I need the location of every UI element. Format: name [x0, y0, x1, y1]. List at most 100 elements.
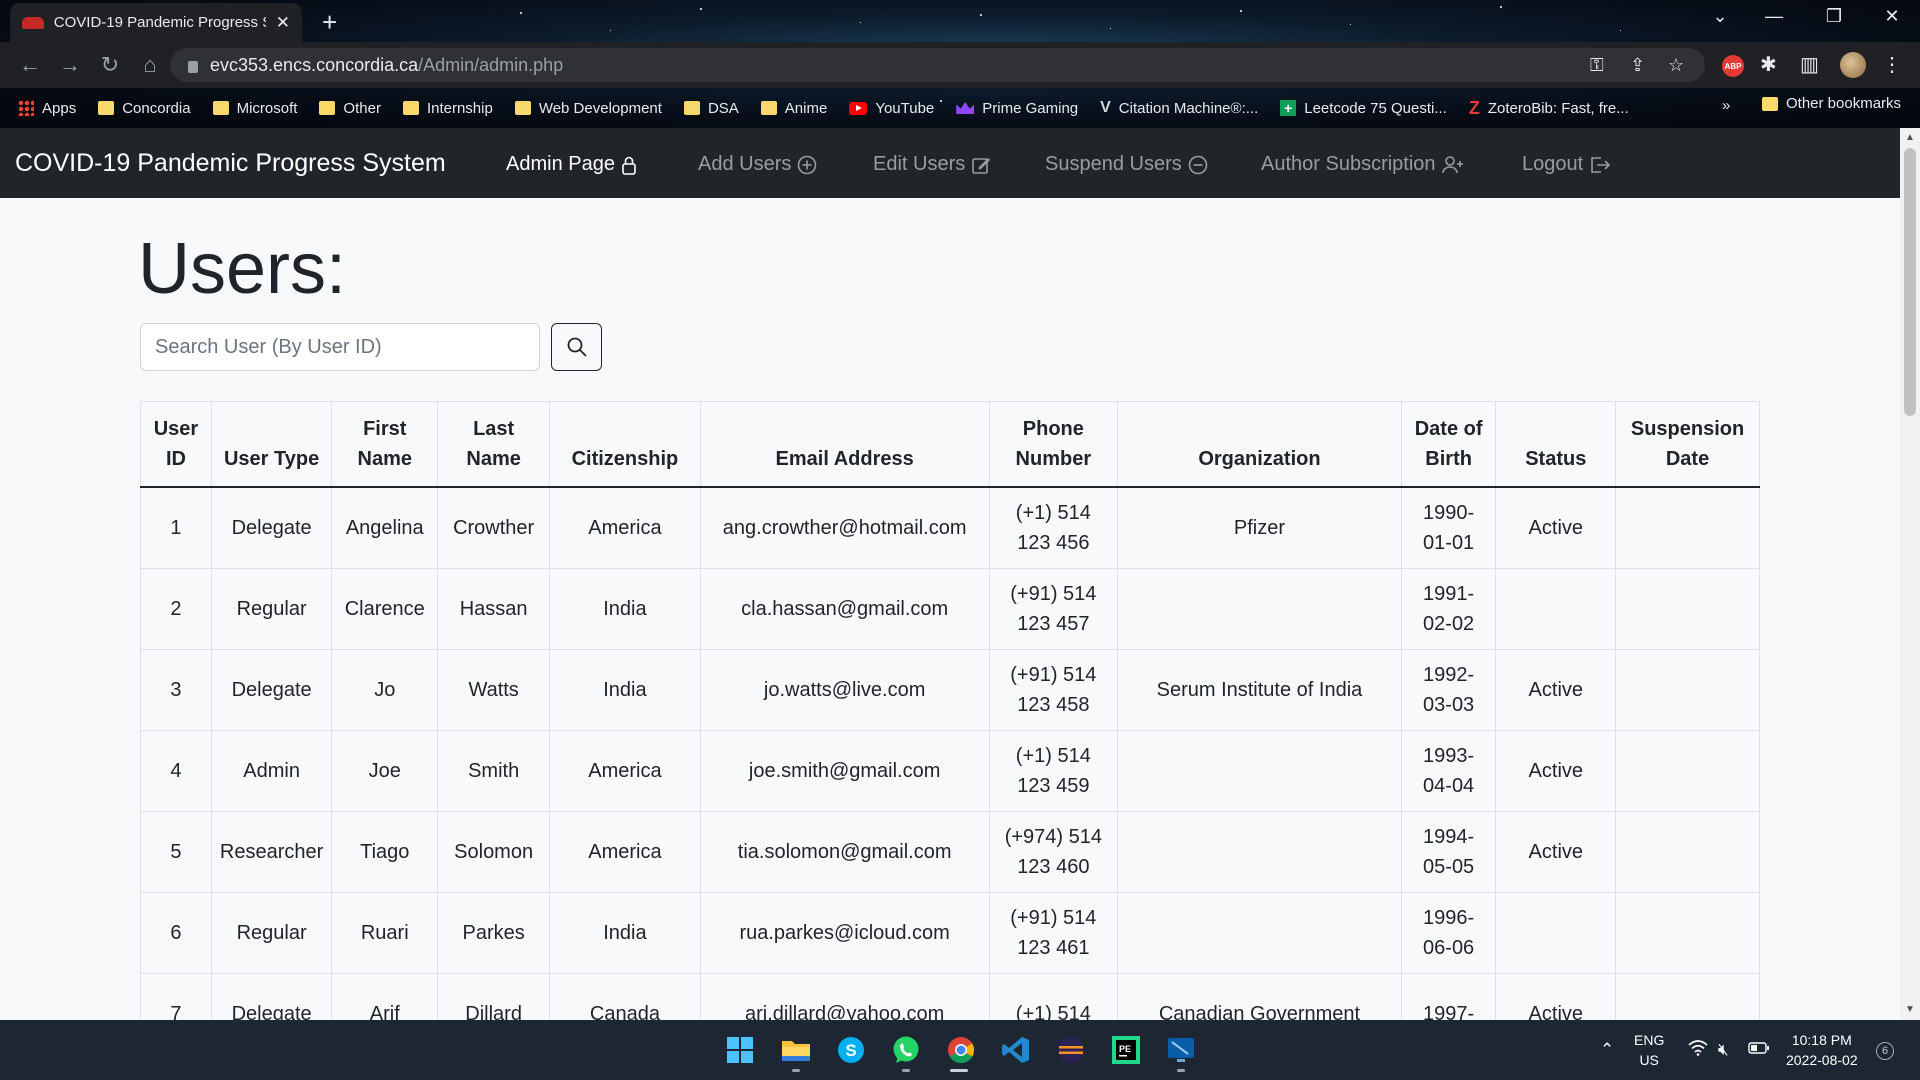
scroll-up-arrow-icon[interactable]: ▲ — [1905, 132, 1915, 143]
new-tab-plus-icon[interactable]: + — [322, 7, 337, 38]
cell-last-name: Solomon — [437, 810, 551, 893]
bookmark-citation-machine[interactable]: V Citation Machine®:... — [1100, 99, 1258, 117]
search-user-input[interactable] — [140, 323, 540, 371]
bookmark-microsoft[interactable]: Microsoft — [212, 100, 297, 117]
page-title: Users: — [138, 229, 347, 309]
scrollbar-thumb[interactable] — [1904, 148, 1916, 416]
cell-status: Active — [1495, 810, 1617, 893]
close-window-icon[interactable]: ✕ — [1872, 6, 1912, 27]
url-text: evc353.encs.concordia.ca/Admin/admin.php — [210, 54, 564, 75]
remote-desktop-icon[interactable] — [1165, 1034, 1197, 1066]
folder-icon — [319, 101, 336, 115]
vscode-icon[interactable] — [1000, 1034, 1032, 1066]
file-explorer-icon[interactable] — [780, 1034, 812, 1066]
bookmark-apps[interactable]: Apps — [18, 100, 76, 117]
search-button[interactable] — [551, 323, 602, 371]
menu-kebab-icon[interactable]: ⋮ — [1882, 52, 1902, 77]
chrome-icon[interactable] — [945, 1034, 977, 1066]
cell-organization — [1117, 567, 1402, 650]
nav-add-users[interactable]: Add Users — [698, 153, 817, 176]
bookmark-web-development[interactable]: Web Development — [514, 100, 662, 117]
tab-close-icon[interactable]: ✕ — [276, 13, 290, 33]
cell-user-id: 3 — [140, 648, 212, 731]
side-panel-icon[interactable]: ▥ — [1800, 52, 1819, 77]
logout-icon — [1591, 156, 1611, 173]
bookmark-prime-gaming[interactable]: Prime Gaming — [956, 100, 1078, 117]
cell-first-name: Ruari — [331, 891, 439, 974]
bookmark-leetcode[interactable]: + Leetcode 75 Questi... — [1280, 100, 1447, 117]
wifi-icon[interactable] — [1688, 1040, 1708, 1061]
col-header-user-id: User ID — [140, 401, 212, 488]
zotero-z-icon: Z — [1468, 97, 1480, 118]
battery-icon[interactable] — [1748, 1040, 1770, 1060]
input-language[interactable]: ENG US — [1634, 1030, 1664, 1070]
browser-tab[interactable]: COVID-19 Pandemic Progress Sy ✕ — [10, 3, 302, 42]
star-icon[interactable]: ☆ — [1668, 55, 1684, 76]
bookmark-youtube[interactable]: YouTube — [849, 100, 934, 117]
cell-phone: (+91) 514 123 457 — [988, 567, 1119, 650]
cell-dob: 1992- 03-03 — [1400, 648, 1497, 731]
back-arrow-icon[interactable]: ← — [10, 52, 50, 78]
windows-start-icon[interactable] — [724, 1034, 756, 1066]
other-bookmarks[interactable]: Other bookmarks — [1762, 95, 1901, 112]
volume-muted-icon[interactable]: 🔇︎ — [1718, 1040, 1729, 1060]
table-row: 3 Delegate Jo Watts India jo.watts@live.com (+… — [140, 648, 1760, 731]
folder-icon — [98, 101, 115, 115]
bookmark-other[interactable]: Other — [319, 100, 381, 117]
tab-search-chevron-icon[interactable]: ⌄ — [1700, 6, 1740, 27]
share-icon[interactable]: ⇪ — [1630, 55, 1645, 76]
minimize-icon[interactable]: — — [1754, 6, 1794, 27]
key-icon[interactable]: ⚿ — [1590, 55, 1604, 76]
bookmark-internship[interactable]: Internship — [402, 100, 493, 117]
cell-first-name: Tiago — [331, 810, 439, 893]
nav-admin-page[interactable]: Admin Page — [506, 153, 637, 176]
svg-text:PE: PE — [1119, 1044, 1131, 1054]
table-row: 7 Delegate Arif Dillard Canada ari.dillard@ya… — [140, 972, 1760, 1020]
bookmarks-overflow-icon[interactable]: » — [1722, 97, 1730, 114]
citation-v-icon: V — [1100, 99, 1111, 116]
reload-icon[interactable]: ↻ — [90, 52, 130, 78]
cell-user-type: Regular — [210, 567, 333, 650]
cell-user-id: 7 — [140, 972, 212, 1020]
cell-phone: (+91) 514 123 458 — [988, 648, 1119, 731]
tray-chevron-up-icon[interactable]: ⌃ — [1600, 1040, 1614, 1060]
cell-status — [1495, 567, 1617, 650]
cell-user-type: Delegate — [210, 486, 333, 569]
nav-edit-users[interactable]: Edit Users — [873, 153, 991, 176]
cell-citizenship: India — [549, 891, 701, 974]
cell-dob: 1996- 06-06 — [1400, 891, 1497, 974]
nav-logout[interactable]: Logout — [1522, 153, 1611, 176]
nav-suspend-users[interactable]: Suspend Users — [1045, 153, 1208, 176]
col-header-user-type: User Type — [210, 401, 333, 488]
restore-icon[interactable]: ❐ — [1814, 6, 1854, 27]
clock[interactable]: 10:18 PM 2022-08-02 — [1786, 1030, 1858, 1070]
bookmark-anime[interactable]: Anime — [760, 100, 827, 117]
apps-grid-icon — [18, 100, 34, 116]
bookmark-zoterobib[interactable]: Z ZoteroBib: Fast, fre... — [1469, 98, 1629, 119]
nav-logout-label: Logout — [1522, 153, 1584, 175]
edit-icon — [972, 157, 991, 174]
navbar-brand[interactable]: COVID-19 Pandemic Progress System — [15, 149, 446, 178]
address-toolbar: ← → ↻ ⌂ evc353.encs.concordia.ca/Admin/a… — [0, 42, 1920, 88]
running-indicator — [792, 1069, 800, 1072]
profile-avatar[interactable] — [1840, 52, 1866, 78]
cell-phone: (+1) 514 123 456 — [988, 486, 1119, 569]
bookmark-dsa[interactable]: DSA — [683, 100, 739, 117]
scroll-down-arrow-icon[interactable]: ▼ — [1905, 1004, 1915, 1015]
whatsapp-icon[interactable] — [890, 1034, 922, 1066]
extensions-puzzle-icon[interactable]: ✱ — [1760, 52, 1777, 77]
notification-badge[interactable]: 6 — [1876, 1042, 1894, 1060]
bookmark-concordia[interactable]: Concordia — [98, 100, 191, 117]
svg-text:S: S — [845, 1041, 856, 1060]
nav-author-subscription[interactable]: Author Subscription — [1261, 153, 1464, 176]
home-icon[interactable]: ⌂ — [130, 52, 170, 78]
skype-icon[interactable]: S — [835, 1034, 867, 1066]
adblock-extension-icon[interactable]: ABP — [1722, 55, 1744, 77]
cell-user-id: 4 — [140, 729, 212, 812]
pycharm-icon[interactable]: PE — [1110, 1034, 1142, 1066]
lock-icon — [622, 156, 636, 175]
forward-arrow-icon[interactable]: → — [50, 52, 90, 78]
address-bar[interactable]: evc353.encs.concordia.ca/Admin/admin.php… — [170, 48, 1705, 82]
cell-dob: 1994- 05-05 — [1400, 810, 1497, 893]
eclipse-icon[interactable] — [1055, 1034, 1087, 1066]
